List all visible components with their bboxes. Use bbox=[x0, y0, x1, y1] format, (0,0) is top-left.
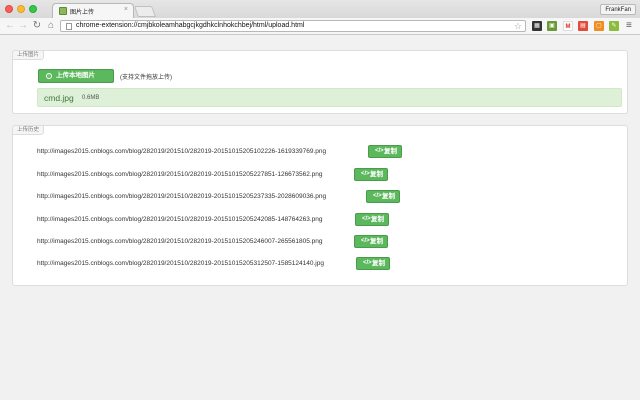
drag-drop-hint: (支持文件拖放上传) bbox=[120, 72, 172, 81]
page-content: 上传图片 ↑ 上传本地图片 (支持文件拖放上传) cmd.jpg 0.6MB 上… bbox=[0, 36, 640, 400]
copy-button[interactable]: </> 复制 bbox=[366, 190, 400, 203]
home-icon[interactable]: ⌂ bbox=[45, 20, 57, 32]
red-extension-icon[interactable]: ▤ bbox=[578, 21, 588, 31]
history-section-title: 上传历史 bbox=[12, 125, 44, 135]
minimize-window-button[interactable] bbox=[17, 5, 25, 13]
code-icon: </> bbox=[362, 214, 371, 225]
reload-icon[interactable]: ↻ bbox=[31, 20, 43, 32]
chrome-menu-icon[interactable]: ≡ bbox=[626, 20, 632, 31]
copy-label: 复制 bbox=[370, 236, 383, 247]
copy-label: 复制 bbox=[384, 146, 397, 157]
forward-arrow-icon[interactable]: → bbox=[17, 20, 29, 32]
tab-favicon-icon bbox=[59, 7, 67, 15]
history-row: http://images2015.cnblogs.com/blog/28201… bbox=[13, 257, 629, 271]
history-url[interactable]: http://images2015.cnblogs.com/blog/28201… bbox=[37, 238, 323, 245]
history-row: http://images2015.cnblogs.com/blog/28201… bbox=[13, 168, 629, 182]
tab-close-icon[interactable]: × bbox=[124, 6, 128, 13]
file-size: 0.6MB bbox=[82, 95, 99, 101]
address-bar[interactable]: chrome-extension://cmjbkoleamhabgcjkgdhk… bbox=[60, 20, 526, 32]
evernote-icon[interactable]: ✎ bbox=[609, 21, 619, 31]
history-row: http://images2015.cnblogs.com/blog/28201… bbox=[13, 145, 629, 159]
uploaded-file-row: cmd.jpg 0.6MB bbox=[37, 88, 622, 107]
copy-button[interactable]: </> 复制 bbox=[355, 213, 389, 226]
code-icon: </> bbox=[361, 169, 370, 180]
history-row: http://images2015.cnblogs.com/blog/28201… bbox=[13, 235, 629, 249]
file-name: cmd.jpg bbox=[44, 93, 74, 103]
gmail-icon[interactable]: M bbox=[563, 21, 573, 31]
history-panel: 上传历史 http://images2015.cnblogs.com/blog/… bbox=[12, 125, 628, 286]
window-titlebar: 图片上传 × FrankFan bbox=[0, 0, 640, 18]
upload-icon: ↑ bbox=[46, 73, 52, 79]
history-url[interactable]: http://images2015.cnblogs.com/blog/28201… bbox=[37, 193, 326, 200]
history-row: http://images2015.cnblogs.com/blog/28201… bbox=[13, 213, 629, 227]
close-window-button[interactable] bbox=[5, 5, 13, 13]
browser-toolbar: ← → ↻ ⌂ chrome-extension://cmjbkoleamhab… bbox=[0, 18, 640, 35]
copy-label: 复制 bbox=[371, 214, 384, 225]
tab-image-upload[interactable]: 图片上传 × bbox=[52, 3, 134, 18]
code-icon: </> bbox=[373, 191, 382, 202]
upload-section-title: 上传图片 bbox=[12, 50, 44, 60]
copy-button[interactable]: </> 复制 bbox=[356, 257, 390, 270]
history-url[interactable]: http://images2015.cnblogs.com/blog/28201… bbox=[37, 171, 323, 178]
green-extension-icon[interactable]: ▣ bbox=[547, 21, 557, 31]
new-tab-button[interactable] bbox=[134, 6, 156, 17]
history-url[interactable]: http://images2015.cnblogs.com/blog/28201… bbox=[37, 148, 326, 155]
page-icon bbox=[66, 23, 72, 30]
copy-button[interactable]: </> 复制 bbox=[354, 168, 388, 181]
copy-label: 复制 bbox=[382, 191, 395, 202]
copy-label: 复制 bbox=[372, 258, 385, 269]
bookmark-star-icon[interactable]: ☆ bbox=[514, 21, 522, 32]
profile-button[interactable]: FrankFan bbox=[600, 4, 636, 15]
code-icon: </> bbox=[361, 236, 370, 247]
upload-button-label: 上传本地图片 bbox=[56, 70, 95, 82]
qr-code-icon[interactable]: ▦ bbox=[532, 21, 542, 31]
code-icon: </> bbox=[375, 146, 384, 157]
history-url[interactable]: http://images2015.cnblogs.com/blog/28201… bbox=[37, 260, 324, 267]
upload-panel: 上传图片 ↑ 上传本地图片 (支持文件拖放上传) cmd.jpg 0.6MB bbox=[12, 50, 628, 114]
tab-title: 图片上传 bbox=[70, 7, 94, 16]
copy-button[interactable]: </> 复制 bbox=[354, 235, 388, 248]
url-text[interactable]: chrome-extension://cmjbkoleamhabgcjkgdhk… bbox=[76, 22, 304, 29]
history-url[interactable]: http://images2015.cnblogs.com/blog/28201… bbox=[37, 216, 323, 223]
code-icon: </> bbox=[363, 258, 372, 269]
orange-extension-icon[interactable]: ▢ bbox=[594, 21, 604, 31]
copy-label: 复制 bbox=[370, 169, 383, 180]
maximize-window-button[interactable] bbox=[29, 5, 37, 13]
upload-local-image-button[interactable]: ↑ 上传本地图片 bbox=[38, 69, 114, 83]
back-arrow-icon[interactable]: ← bbox=[4, 20, 16, 32]
history-row: http://images2015.cnblogs.com/blog/28201… bbox=[13, 190, 629, 204]
copy-button[interactable]: </> 复制 bbox=[368, 145, 402, 158]
